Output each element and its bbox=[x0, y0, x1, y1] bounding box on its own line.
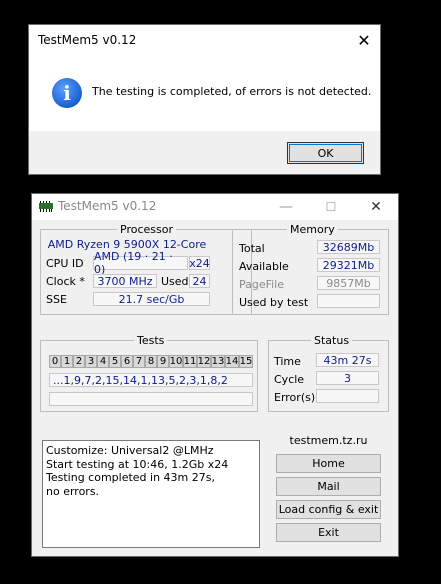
status-group-label: Status bbox=[311, 334, 353, 347]
minimize-icon[interactable]: — bbox=[263, 194, 309, 220]
available-label: Available bbox=[239, 260, 289, 273]
dialog-title-bar[interactable]: TestMem5 v0.12 ✕ bbox=[29, 25, 380, 55]
time-value: 43m 27s bbox=[316, 353, 379, 367]
time-label: Time bbox=[274, 355, 301, 368]
home-button[interactable]: Home bbox=[276, 454, 381, 473]
available-value: 29321Mb bbox=[317, 258, 380, 272]
cpu-id-label: CPU ID bbox=[46, 257, 84, 270]
test-indicator: 7 bbox=[133, 355, 145, 368]
used-threads-value: 24 bbox=[189, 274, 210, 288]
test-indicator: 3 bbox=[85, 355, 97, 368]
test-indicator: 2 bbox=[73, 355, 85, 368]
test-indicator: 5 bbox=[109, 355, 121, 368]
tests-group: Tests 0 1 2 3 4 5 6 7 8 9 10 11 12 13 14 15 ...1,9,7,2,… bbox=[40, 334, 258, 412]
dialog-close-icon[interactable]: ✕ bbox=[348, 25, 380, 55]
total-label: Total bbox=[239, 242, 265, 255]
memory-group: Memory Total 32689Mb Available 29321Mb P… bbox=[232, 223, 389, 315]
test-progress-bar bbox=[49, 392, 253, 406]
log-output[interactable]: Customize: Universal2 @LMHz Start testing… bbox=[42, 440, 260, 548]
pagefile-value: 9857Mb bbox=[317, 276, 380, 290]
sse-label: SSE bbox=[46, 293, 67, 306]
ok-button[interactable]: OK bbox=[287, 142, 364, 164]
log-line: Testing completed in 43m 27s, bbox=[46, 471, 215, 484]
window-title-bar[interactable]: TestMem5 v0.12 — ☐ ✕ bbox=[32, 194, 398, 220]
dialog-title: TestMem5 v0.12 bbox=[38, 33, 137, 47]
window-title: TestMem5 v0.12 bbox=[58, 199, 157, 213]
test-indicator: 4 bbox=[97, 355, 109, 368]
cycle-value: 3 bbox=[316, 371, 379, 385]
test-indicator: 14 bbox=[225, 355, 239, 368]
links-group: testmem.tz.ru Home Mail Load config & ex… bbox=[268, 434, 389, 550]
test-indicator: 15 bbox=[239, 355, 253, 368]
log-line: Customize: Universal2 @LMHz bbox=[46, 444, 214, 457]
window-close-icon[interactable]: ✕ bbox=[353, 194, 399, 220]
test-indicator: 6 bbox=[121, 355, 133, 368]
memory-group-label: Memory bbox=[287, 223, 338, 236]
testmem-window: TestMem5 v0.12 — ☐ ✕ Processor AMD Ryzen… bbox=[31, 193, 399, 557]
errors-value bbox=[316, 389, 379, 403]
maximize-icon[interactable]: ☐ bbox=[308, 194, 354, 220]
processor-group: Processor AMD Ryzen 9 5900X 12-Core CPU … bbox=[40, 223, 252, 315]
test-indicator: 12 bbox=[197, 355, 211, 368]
clock-value: 3700 MHz bbox=[93, 274, 157, 288]
cycle-label: Cycle bbox=[274, 373, 305, 386]
used-by-test-label: Used by test bbox=[239, 296, 309, 309]
errors-label: Error(s) bbox=[274, 391, 316, 404]
test-indicator-row: 0 1 2 3 4 5 6 7 8 9 10 11 12 13 14 15 bbox=[49, 355, 253, 368]
dialog-body: i The testing is completed, of errors is… bbox=[29, 55, 380, 131]
test-indicator: 13 bbox=[211, 355, 225, 368]
test-indicator: 11 bbox=[183, 355, 197, 368]
exit-button[interactable]: Exit bbox=[276, 523, 381, 542]
completion-dialog: TestMem5 v0.12 ✕ i The testing is comple… bbox=[28, 24, 381, 175]
tests-group-label: Tests bbox=[134, 334, 168, 347]
test-sequence: ...1,9,7,2,15,14,1,13,5,2,3,1,8,2 bbox=[49, 373, 253, 387]
sse-value: 21.7 sec/Gb bbox=[93, 292, 210, 306]
pagefile-label: PageFile bbox=[239, 278, 285, 291]
log-line: Start testing at 10:46, 1.2Gb x24 bbox=[46, 457, 229, 471]
processor-group-label: Processor bbox=[117, 223, 176, 236]
test-indicator: 8 bbox=[145, 355, 157, 368]
clock-label: Clock * bbox=[46, 275, 85, 288]
used-by-test-value bbox=[317, 294, 380, 308]
dialog-message: The testing is completed, of errors is n… bbox=[92, 85, 372, 98]
info-icon: i bbox=[52, 78, 82, 108]
total-value: 32689Mb bbox=[317, 240, 380, 254]
used-threads-label: Used bbox=[161, 275, 189, 288]
thread-count-value: x24 bbox=[189, 256, 210, 270]
mail-button[interactable]: Mail bbox=[276, 477, 381, 496]
memory-chip-icon bbox=[39, 201, 53, 212]
load-config-button[interactable]: Load config & exit bbox=[276, 500, 381, 519]
test-indicator: 10 bbox=[169, 355, 183, 368]
test-indicator: 9 bbox=[157, 355, 169, 368]
processor-name: AMD Ryzen 9 5900X 12-Core bbox=[47, 237, 207, 251]
log-line: no errors. bbox=[46, 484, 100, 498]
status-group: Status Time 43m 27s Cycle 3 Error(s) bbox=[268, 334, 389, 412]
cpu-id-value: AMD (19 · 21 · 0) bbox=[93, 250, 188, 276]
test-indicator: 1 bbox=[61, 355, 73, 368]
test-indicator: 0 bbox=[49, 355, 61, 368]
site-label: testmem.tz.ru bbox=[289, 434, 368, 447]
